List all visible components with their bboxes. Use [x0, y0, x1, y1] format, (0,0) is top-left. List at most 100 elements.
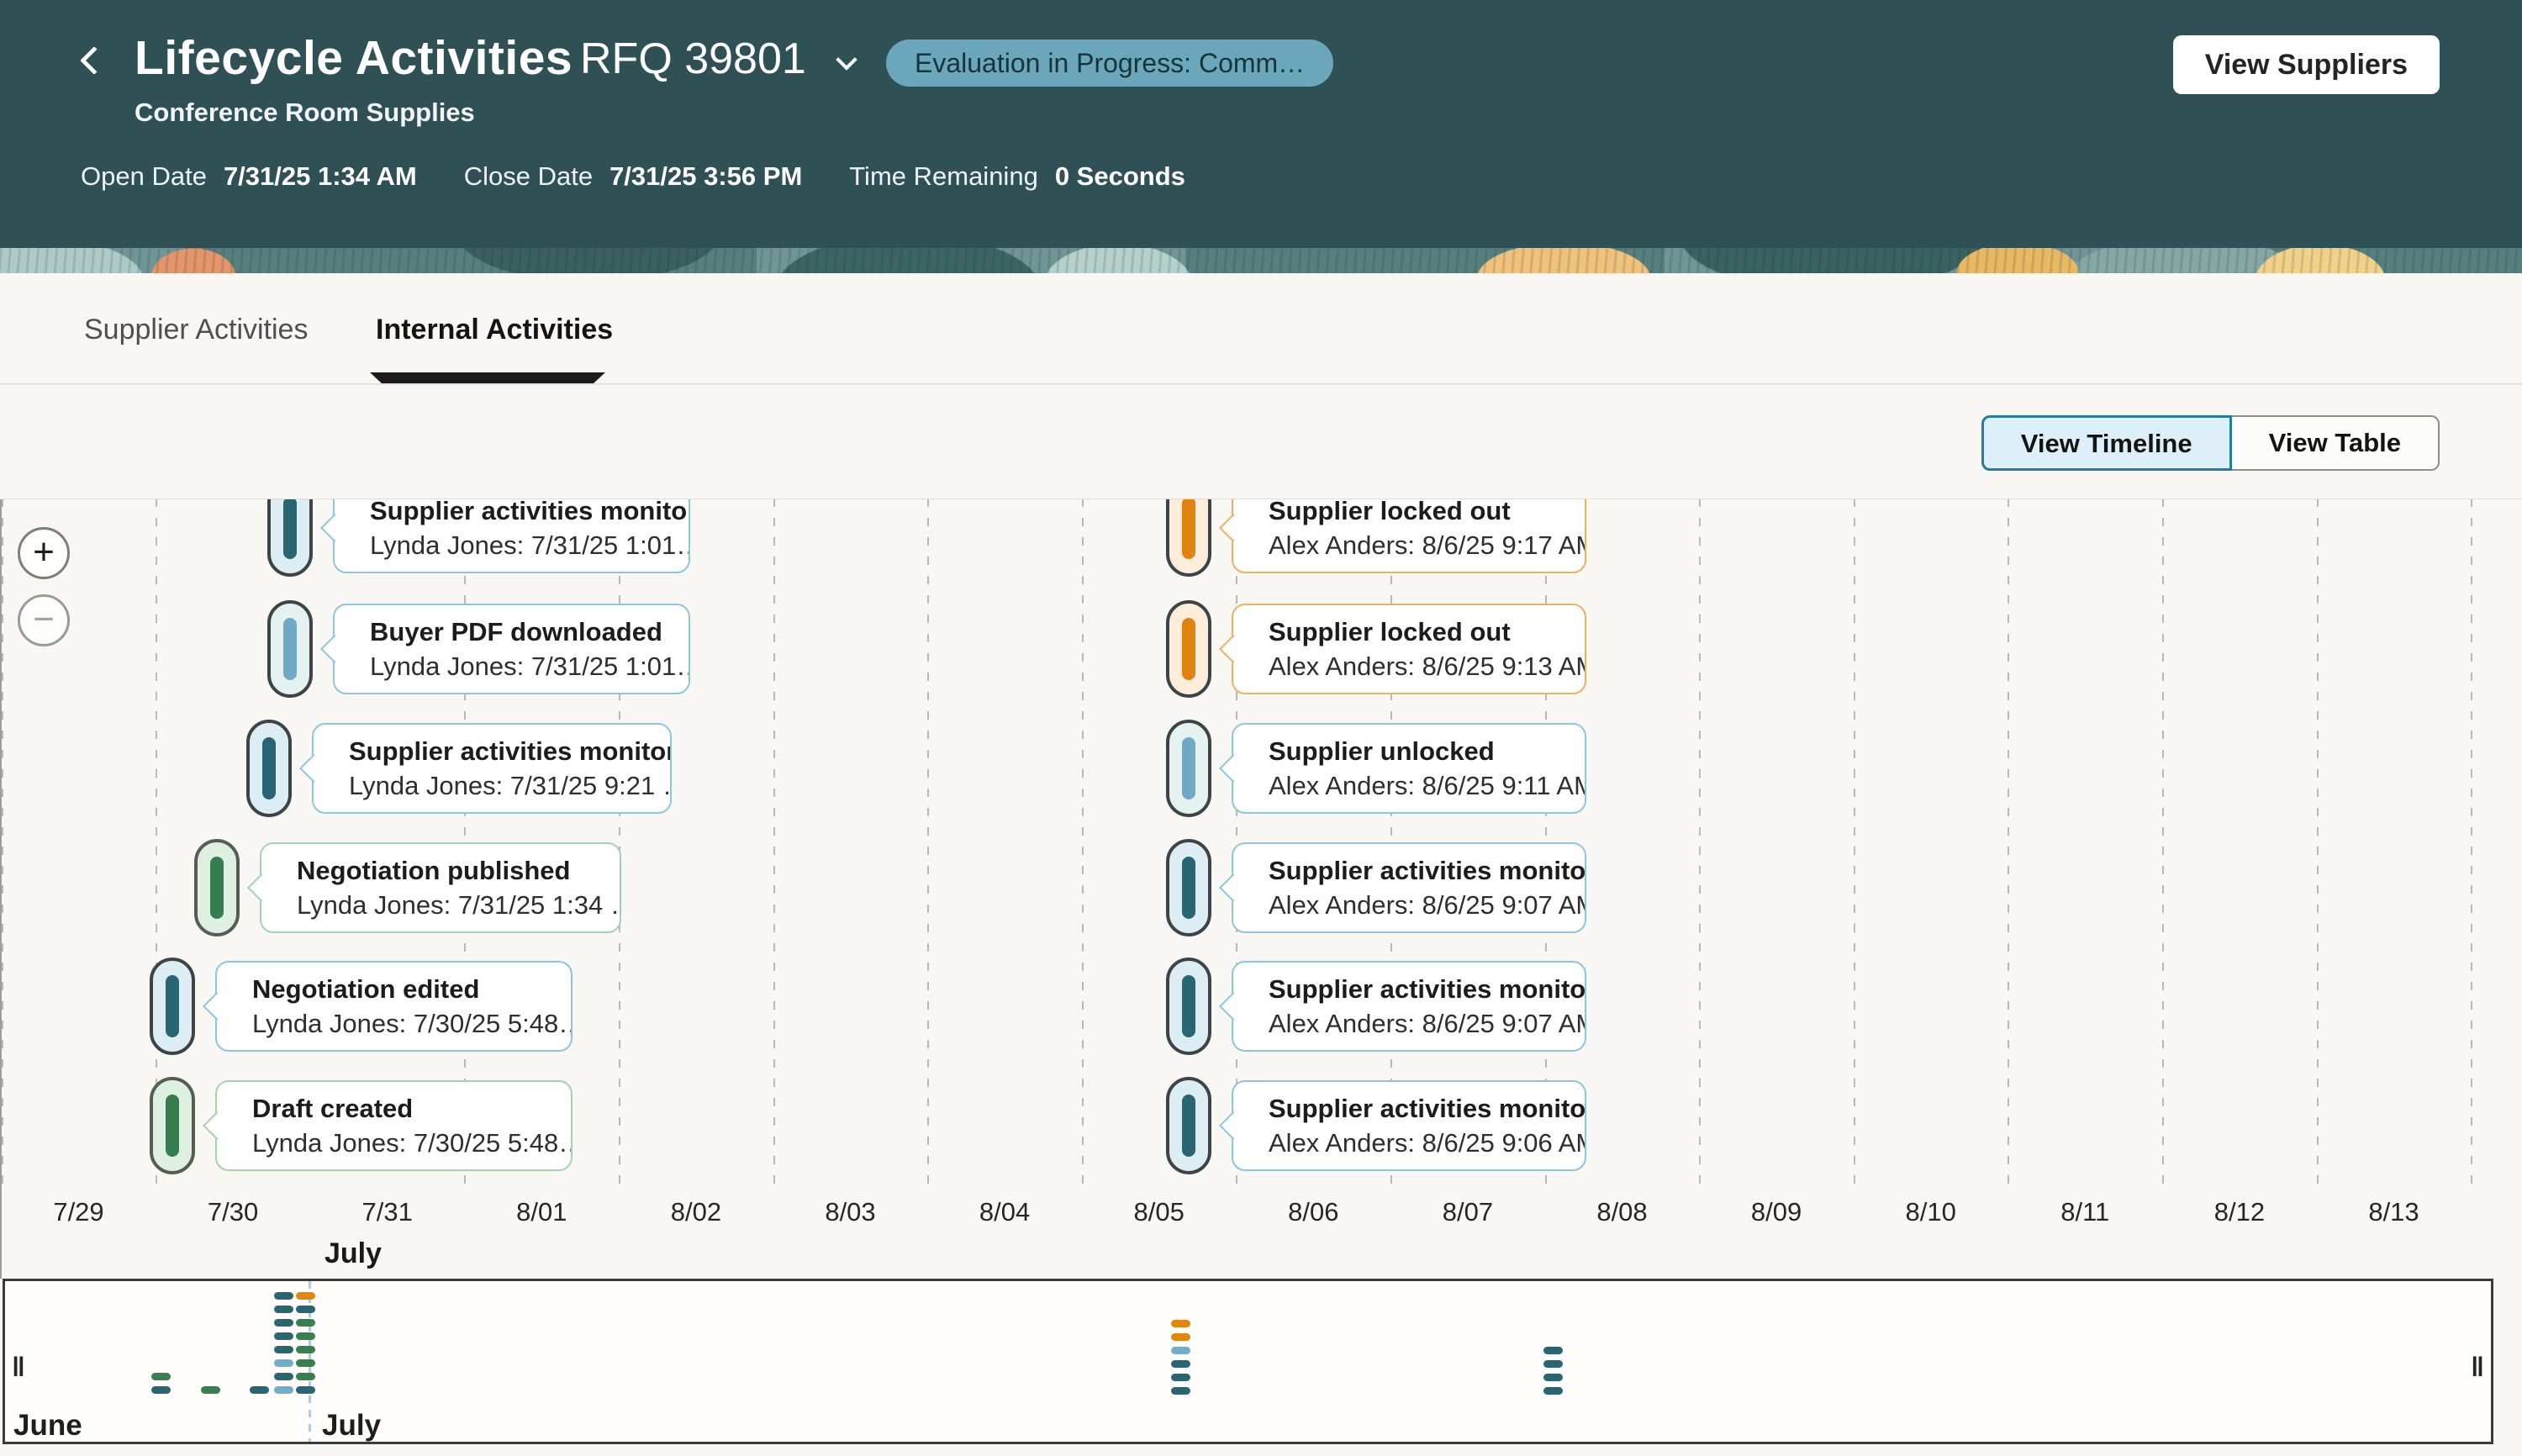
overview-event-dash-teal [1543, 1374, 1563, 1381]
event-card[interactable]: Negotiation editedLynda Jones: 7/30/25 5… [215, 961, 572, 1052]
event-marker-teal[interactable] [1166, 1077, 1211, 1174]
minus-icon: − [20, 597, 67, 644]
event-card[interactable]: Supplier locked outAlex Anders: 8/6/25 9… [1232, 499, 1586, 573]
overview-event-dash-green [151, 1373, 171, 1380]
overview-event-dash-green [296, 1373, 315, 1380]
back-button[interactable] [74, 44, 111, 81]
overview-july-label: July [322, 1409, 381, 1443]
event-title: Supplier activities monitored [1269, 854, 1585, 888]
event-marker-green[interactable] [150, 1077, 195, 1174]
event-subtitle: Alex Anders: 8/6/25 9:13 AM [1269, 649, 1585, 684]
event-subtitle: Lynda Jones: 7/31/25 1:34 … [297, 888, 620, 923]
event-marker-bar [1182, 975, 1195, 1037]
event-subtitle: Lynda Jones: 7/30/25 5:48… [252, 1006, 571, 1042]
overview-event-dash-orange [1171, 1320, 1190, 1327]
overview-event-dash-teal [1543, 1347, 1563, 1354]
back-chevron-icon [80, 46, 108, 75]
rfq-dropdown-button[interactable] [839, 52, 861, 74]
timeline-overview-minimap[interactable]: ‖ ‖ June July [3, 1279, 2493, 1444]
event-card[interactable]: Supplier activities monitoredLynda Jones… [312, 723, 672, 814]
event-marker-bar [210, 857, 224, 919]
overview-event-dash-teal [274, 1346, 293, 1353]
overview-event-dash-teal [1543, 1387, 1563, 1395]
event-marker-lightblue[interactable] [267, 600, 313, 698]
overview-event-dash-teal [1171, 1387, 1190, 1395]
rfq-number: RFQ 39801 [580, 34, 806, 84]
tab-internal-activities[interactable]: Internal Activities [376, 314, 613, 346]
overview-event-dash-lightblue [274, 1386, 293, 1394]
event-title: Draft created [252, 1092, 571, 1126]
event-marker-bar [1182, 1095, 1195, 1157]
event-subtitle: Alex Anders: 8/6/25 9:06 AM [1269, 1126, 1585, 1161]
status-badge: Evaluation in Progress: Comm… [886, 40, 1333, 87]
overview-event-dash-green [296, 1319, 315, 1327]
event-title: Supplier activities monitored [370, 499, 689, 528]
axis-month-label: July [324, 1237, 382, 1270]
zoom-out-button[interactable]: − [18, 594, 70, 646]
decorative-banner [0, 248, 2522, 273]
event-subtitle: Lynda Jones: 7/31/25 9:21 … [349, 768, 670, 804]
event-subtitle: Alex Anders: 8/6/25 9:11 AM [1269, 768, 1585, 804]
event-marker-orange[interactable] [1166, 600, 1211, 698]
event-title: Supplier unlocked [1269, 735, 1585, 768]
lifecycle-activities-page: Lifecycle Activities RFQ 39801 Evaluatio… [0, 0, 2522, 1456]
overview-event-dash-teal [1543, 1360, 1563, 1368]
view-timeline-button[interactable]: View Timeline [1981, 415, 2232, 471]
event-card[interactable]: Supplier activities monitoredAlex Anders… [1232, 961, 1586, 1052]
zoom-in-button[interactable]: + [18, 527, 70, 579]
event-marker-orange[interactable] [1166, 499, 1211, 577]
event-marker-green[interactable] [194, 839, 240, 936]
event-subtitle: Alex Anders: 8/6/25 9:17 AM [1269, 528, 1585, 563]
overview-event-dash-teal [274, 1292, 293, 1300]
event-card[interactable]: Supplier activities monitoredAlex Anders… [1232, 1080, 1586, 1171]
dates-row: Open Date 7/31/25 1:34 AM Close Date 7/3… [81, 161, 1185, 192]
overview-event-dash-teal [296, 1306, 315, 1313]
event-marker-teal[interactable] [1166, 839, 1211, 936]
event-card[interactable]: Draft createdLynda Jones: 7/30/25 5:48… [215, 1080, 572, 1171]
event-marker-bar [166, 975, 179, 1037]
chevron-down-icon [836, 49, 857, 70]
event-marker-teal[interactable] [246, 720, 292, 817]
overview-right-handle[interactable]: ‖ [2471, 1352, 2484, 1383]
event-card[interactable]: Buyer PDF downloadedLynda Jones: 7/31/25… [333, 604, 690, 694]
view-table-button[interactable]: View Table [2232, 415, 2440, 471]
overview-june-label: June [13, 1409, 82, 1443]
event-card[interactable]: Negotiation publishedLynda Jones: 7/31/2… [260, 842, 621, 933]
overview-left-handle[interactable]: ‖ [12, 1352, 25, 1383]
event-title: Negotiation published [297, 854, 620, 888]
event-subtitle: Lynda Jones: 7/31/25 1:01… [370, 528, 689, 563]
overview-event-dash-green [201, 1386, 220, 1394]
event-subtitle: Alex Anders: 8/6/25 9:07 AM [1269, 888, 1585, 923]
event-card[interactable]: Supplier locked outAlex Anders: 8/6/25 9… [1232, 604, 1586, 694]
overview-event-dash-lightblue [274, 1359, 293, 1367]
event-marker-bar [283, 618, 297, 680]
overview-event-dash-teal [274, 1373, 293, 1380]
event-marker-teal[interactable] [1166, 957, 1211, 1055]
event-marker-lightblue[interactable] [1166, 720, 1211, 817]
event-card[interactable]: Supplier unlockedAlex Anders: 8/6/25 9:1… [1232, 723, 1586, 814]
overview-event-dash-teal [250, 1386, 269, 1394]
event-marker-teal[interactable] [150, 957, 195, 1055]
timeline-viewport[interactable]: + − Supplier activities monitoredLynda J… [0, 499, 2522, 1208]
event-marker-bar [1182, 857, 1195, 919]
view-suppliers-button[interactable]: View Suppliers [2173, 35, 2440, 94]
app-header: Lifecycle Activities RFQ 39801 Evaluatio… [0, 0, 2522, 248]
event-subtitle: Alex Anders: 8/6/25 9:07 AM [1269, 1006, 1585, 1042]
event-marker-bar [262, 737, 276, 799]
close-date-label: Close Date [464, 161, 593, 192]
page-title: Lifecycle Activities [135, 30, 572, 86]
tab-supplier-activities[interactable]: Supplier Activities [84, 314, 308, 346]
event-subtitle: Lynda Jones: 7/31/25 1:01… [370, 649, 689, 684]
close-date-value: 7/31/25 3:56 PM [609, 161, 802, 192]
time-remaining-value: 0 Seconds [1055, 161, 1185, 192]
event-title: Supplier activities monitored [1269, 973, 1585, 1006]
event-card[interactable]: Supplier activities monitoredLynda Jones… [333, 499, 690, 573]
event-title: Supplier locked out [1269, 615, 1585, 649]
event-card[interactable]: Supplier activities monitoredAlex Anders… [1232, 842, 1586, 933]
event-marker-bar [166, 1095, 179, 1157]
event-title: Supplier activities monitored [349, 735, 670, 768]
event-subtitle: Lynda Jones: 7/30/25 5:48… [252, 1126, 571, 1161]
event-marker-bar [1182, 499, 1195, 559]
event-marker-teal[interactable] [267, 499, 313, 577]
time-remaining-label: Time Remaining [849, 161, 1038, 192]
